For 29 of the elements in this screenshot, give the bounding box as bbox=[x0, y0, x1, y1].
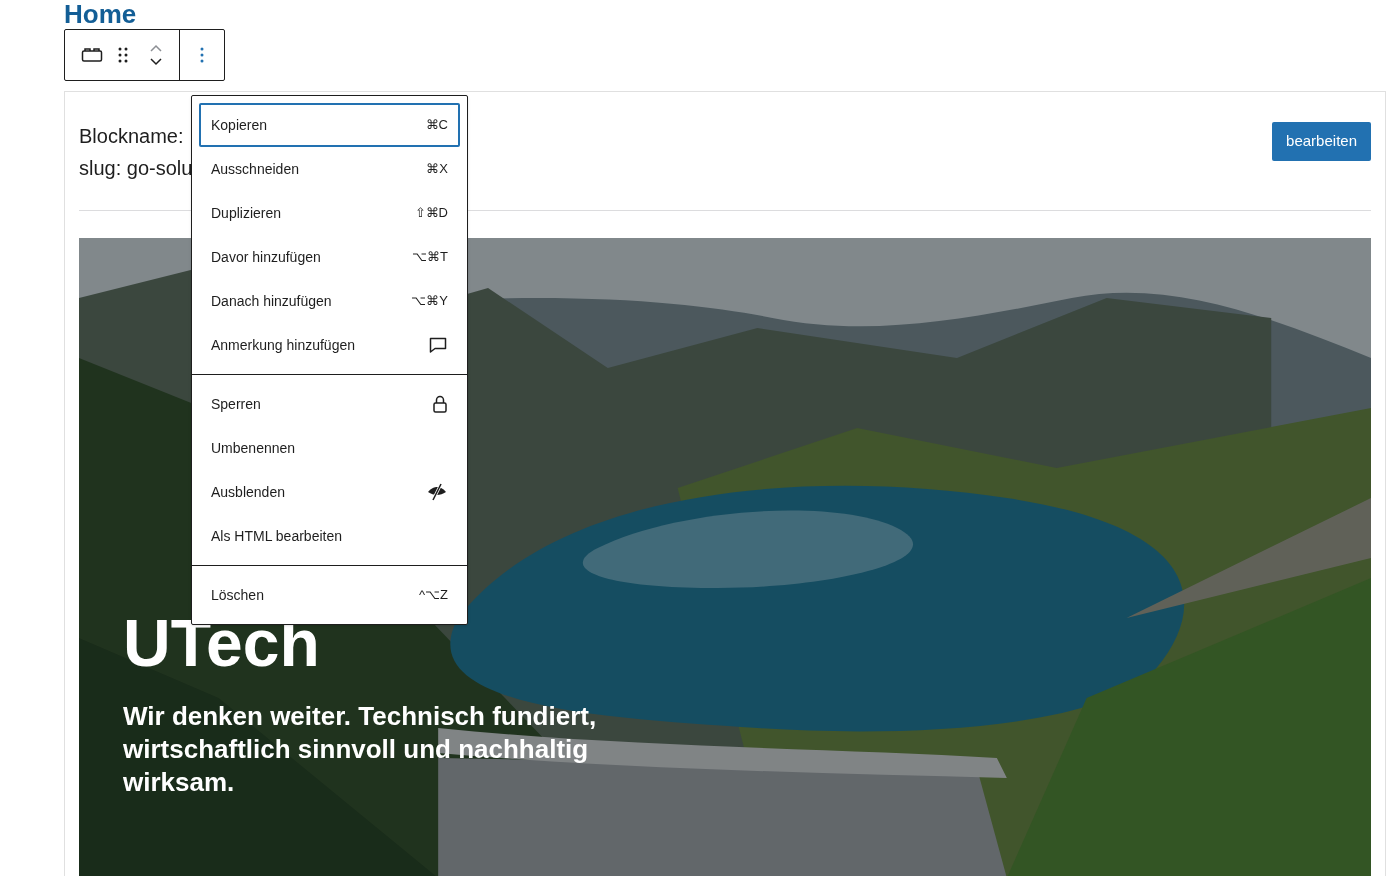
menu-item[interactable]: Danach hinzufügen ⌥⌘Y bbox=[199, 279, 460, 323]
more-options-icon[interactable] bbox=[200, 46, 204, 64]
hero-tagline: Wir denken weiter. Technisch fundiert, wirtschaftlich sinnvoll und nachhaltig wirksam. bbox=[123, 700, 598, 799]
menu-item[interactable]: Als HTML bearbeiten bbox=[199, 514, 460, 558]
block-icon[interactable] bbox=[81, 47, 103, 63]
lock-icon bbox=[432, 394, 448, 414]
keyboard-shortcut: ⌘C bbox=[425, 116, 448, 135]
page-title: Home bbox=[64, 0, 137, 28]
menu-item[interactable]: Duplizieren ⇧⌘D bbox=[199, 191, 460, 235]
block-info-text: slug: go-solu bbox=[79, 156, 193, 181]
move-up-icon[interactable] bbox=[149, 44, 163, 52]
menu-item[interactable]: Ausblenden bbox=[199, 470, 460, 514]
menu-item[interactable]: Davor hinzufügen ⌥⌘T bbox=[199, 235, 460, 279]
move-down-icon[interactable] bbox=[149, 58, 163, 66]
keyboard-shortcut: ⇧⌘D bbox=[414, 204, 448, 223]
keyboard-shortcut: ^⌥Z bbox=[418, 586, 448, 605]
keyboard-shortcut: ⌥⌘T bbox=[412, 248, 448, 267]
block-info-text: Blockname: bbox=[79, 124, 185, 149]
menu-item[interactable]: Kopieren ⌘C bbox=[199, 103, 460, 147]
edit-button[interactable]: bearbeiten bbox=[1272, 122, 1371, 161]
drag-handle-icon[interactable] bbox=[117, 46, 129, 64]
menu-item[interactable]: Umbenennen bbox=[199, 426, 460, 470]
keyboard-shortcut: ⌘X bbox=[426, 160, 448, 179]
speech-bubble-icon bbox=[428, 335, 448, 355]
menu-item[interactable]: Sperren bbox=[199, 382, 460, 426]
crossed-eye-icon bbox=[426, 482, 448, 502]
menu-item[interactable]: Anmerkung hinzufügen bbox=[199, 323, 460, 367]
keyboard-shortcut: ⌥⌘Y bbox=[411, 292, 448, 311]
menu-item[interactable]: Ausschneiden ⌘X bbox=[199, 147, 460, 191]
